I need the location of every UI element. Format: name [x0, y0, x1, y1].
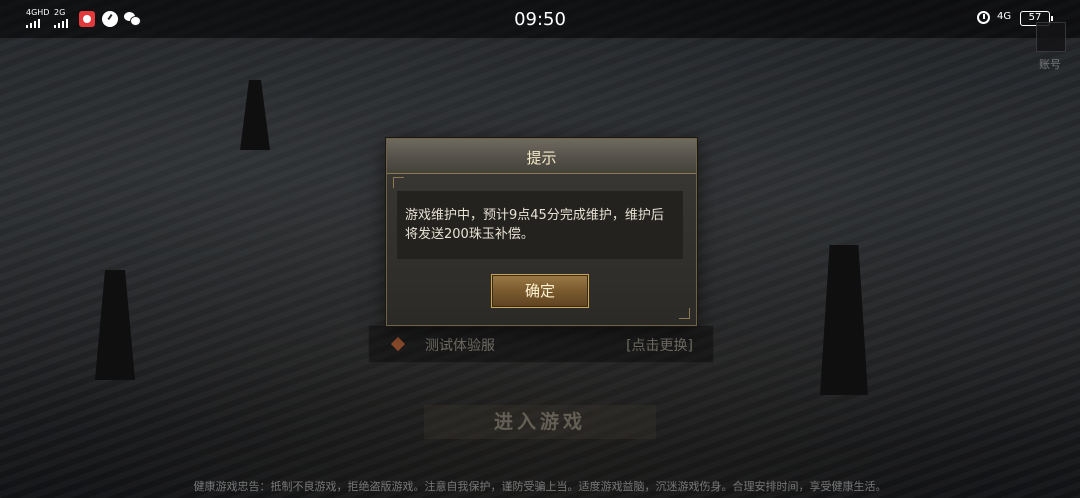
change-server-link[interactable]: [点击更换]	[626, 335, 693, 355]
dialog-header: 提示	[387, 139, 696, 174]
server-selector[interactable]: 测试体验服 [点击更换]	[368, 325, 714, 363]
clock: 09:50	[514, 9, 566, 30]
corner-ornament-icon	[679, 308, 690, 319]
dialog-title: 提示	[526, 149, 557, 167]
alarm-icon	[977, 11, 990, 24]
dialog-message: 游戏维护中，预计9点45分完成维护，维护后将发送200珠玉补偿。	[405, 208, 664, 242]
account-icon	[1036, 22, 1066, 52]
status-bar: 4GHD 2G 09:50 4G 57	[0, 0, 1080, 38]
account-button[interactable]: 账号	[1030, 22, 1070, 72]
diamond-icon	[390, 336, 406, 352]
corner-ornament-icon	[393, 177, 404, 188]
account-label: 账号	[1039, 58, 1061, 71]
notice-dialog: 提示 游戏维护中，预计9点45分完成维护，维护后将发送200珠玉补偿。 确定	[386, 138, 697, 326]
server-name: 测试体验服	[425, 338, 495, 354]
confirm-button[interactable]: 确定	[491, 274, 589, 308]
enter-game-button[interactable]: 进入游戏	[424, 405, 656, 439]
health-advisory: 健康游戏忠告：抵制不良游戏，拒绝盗版游戏。注意自我保护，谨防受骗上当。适度游戏益…	[193, 480, 887, 493]
network-type: 4G	[997, 11, 1012, 22]
dialog-message-box: 游戏维护中，预计9点45分完成维护，维护后将发送200珠玉补偿。	[397, 191, 683, 259]
